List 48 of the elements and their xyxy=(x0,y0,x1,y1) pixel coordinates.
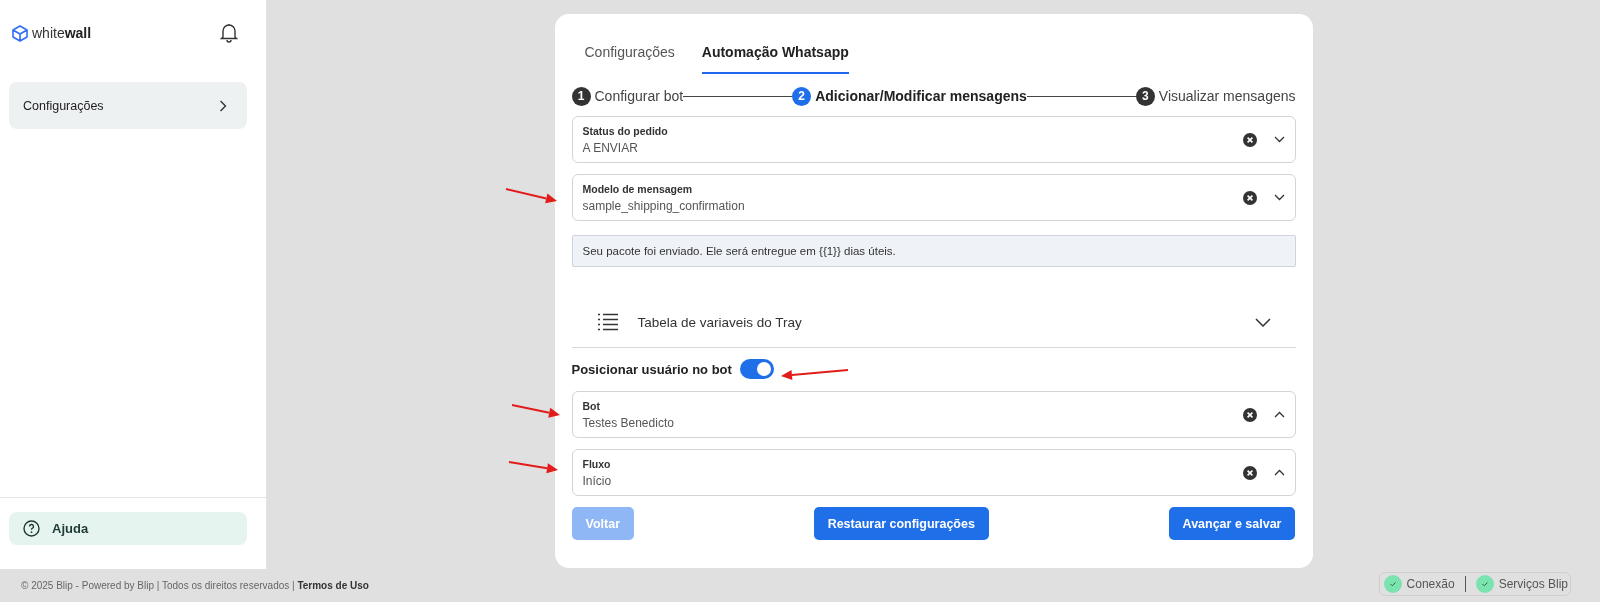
terms-link[interactable]: Termos de Uso xyxy=(297,580,369,591)
clear-icon[interactable] xyxy=(1242,190,1257,205)
clear-icon[interactable] xyxy=(1242,132,1257,147)
clear-icon[interactable] xyxy=(1242,465,1257,480)
help-icon xyxy=(23,520,40,537)
select-field[interactable]: Modelo de mensagem sample_shipping_confirmation xyxy=(571,174,1296,221)
field-value: A ENVIAR xyxy=(582,140,638,155)
check-icon xyxy=(1475,574,1494,593)
bell-icon[interactable] xyxy=(220,23,238,43)
step-number: 2 xyxy=(792,86,812,106)
clear-icon[interactable] xyxy=(1242,407,1257,422)
chevron-down-icon[interactable] xyxy=(1273,194,1285,201)
tab[interactable]: Configurações xyxy=(584,40,689,74)
toggle-label: Posicionar usuário no bot xyxy=(571,361,732,377)
select-field[interactable]: Fluxo Início xyxy=(571,449,1296,496)
status-label: Serviços Blip xyxy=(1498,576,1568,591)
step-label: Visualizar mensagens xyxy=(1158,88,1296,104)
field-label: Bot xyxy=(582,399,600,412)
select-field[interactable]: Status do pedido A ENVIAR xyxy=(571,116,1296,163)
select-field[interactable]: Bot Testes Benedicto xyxy=(571,391,1296,438)
action-button[interactable]: Restaurar configurações xyxy=(813,507,989,540)
toggle-switch[interactable] xyxy=(739,359,774,379)
field-value: sample_shipping_confirmation xyxy=(582,198,745,213)
field-label: Status do pedido xyxy=(582,124,668,137)
list-icon xyxy=(597,313,618,331)
chevron-down-icon[interactable] xyxy=(1273,136,1285,143)
logo-text: whitewall xyxy=(32,25,92,41)
step-number: 1 xyxy=(571,86,591,106)
help-item[interactable]: Ajuda xyxy=(9,512,247,545)
chevron-right-icon xyxy=(219,99,227,112)
tab[interactable]: Automação Whatsapp xyxy=(701,40,849,74)
field-label: Fluxo xyxy=(582,457,611,470)
chevron-up-icon[interactable] xyxy=(1273,411,1285,418)
status-label: Conexão xyxy=(1406,576,1455,591)
field-value: Testes Benedicto xyxy=(582,415,674,430)
field-value: Início xyxy=(582,473,612,488)
cube-logo-icon xyxy=(12,24,28,42)
step-label: Configurar bot xyxy=(594,88,684,104)
field-label: Modelo de mensagem xyxy=(582,182,693,195)
check-icon xyxy=(1383,574,1402,593)
sidebar-item[interactable]: Configurações xyxy=(9,82,247,129)
chevron-up-icon[interactable] xyxy=(1273,469,1285,476)
copyright-text: © 2025 Blip - Powered by Blip | Todos os direitos reservados | Termos de Uso xyxy=(21,580,369,591)
accordion-header[interactable]: Tabela de variaveis do Tray xyxy=(571,297,1296,348)
step-number: 3 xyxy=(1135,86,1155,106)
message-preview: Seu pacote foi enviado. Ele será entregue em {{1}} dias úteis. xyxy=(571,235,1296,267)
step-label: Adicionar/Modificar mensagens xyxy=(815,88,1027,104)
action-button[interactable]: Avançar e salvar xyxy=(1168,507,1296,540)
